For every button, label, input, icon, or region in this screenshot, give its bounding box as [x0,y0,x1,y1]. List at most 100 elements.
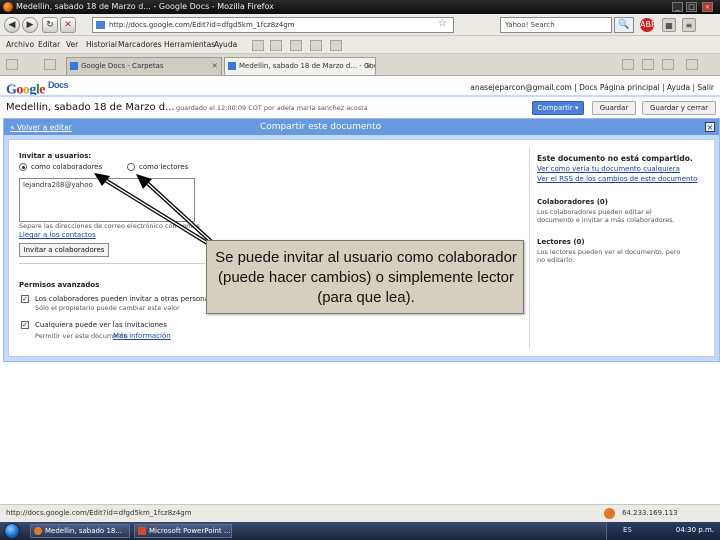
status-url: http://docs.google.com/Edit?id=dfgd5km_1… [6,509,192,517]
save-and-close-button[interactable]: Guardar y cerrar [642,101,716,115]
window-titlebar: Medellin, sabado 18 de Marzo d... - Goog… [0,0,720,14]
tab-label: Medellin, sabado 18 de Marzo d... - Goo.… [239,62,376,70]
start-button[interactable] [4,523,20,539]
maximize-button[interactable]: □ [686,2,697,12]
status-ip: 64.233.169.113 [622,509,678,517]
search-input[interactable]: Yahoo! Search [500,17,612,33]
readers-description: Los lectores pueden ver el documento, pe… [537,248,681,264]
menu-ver[interactable]: Ver [66,40,78,49]
readers-heading: Lectores (0) [537,238,585,246]
docs-header: Google Docs anasejeparcon@gmail.com | Do… [0,76,720,118]
tab-label: Google Docs - Carpetas [81,62,164,70]
addon-icon[interactable]: ▦ [662,18,676,32]
advanced-permissions-heading: Permisos avanzados [19,281,100,289]
menu-historial[interactable]: Historial [86,40,117,49]
share-panel-title: Compartir este documento [260,122,382,132]
clock[interactable]: 04:30 p.m. [676,526,714,534]
anyone-view-invitations-checkbox[interactable]: ✓ [21,321,29,329]
back-button[interactable]: ◀ [4,17,20,33]
user-links[interactable]: anasejeparcon@gmail.com | Docs Página pr… [470,83,714,92]
window-title: Medellin, sabado 18 de Marzo d... - Goog… [16,2,274,11]
menu-ayuda[interactable]: Ayuda [214,40,237,49]
tools-icon[interactable]: ≡ [682,18,696,32]
back-to-edit-link[interactable]: « Volver a editar [10,123,72,132]
radio-collaborators-label[interactable]: como colaboradores [31,163,102,171]
menu-bar: Archivo Editar Ver Historial Marcadores … [0,36,720,54]
extension-icon[interactable] [604,508,615,519]
edit-icon[interactable] [252,40,264,51]
docs-favicon-icon [70,62,78,70]
invite-collaborators-button[interactable]: Invitar a colaboradores [19,243,109,257]
tab-menu-icon[interactable] [44,59,56,70]
minimize-button[interactable]: _ [672,2,683,12]
owner-only-note: Sólo el propietario puede cambiar este v… [35,304,180,312]
collaborators-can-invite-checkbox[interactable]: ✓ [21,295,29,303]
list-all-tabs-icon[interactable] [6,59,18,70]
invite-emails-textarea[interactable]: lejandra2ll8@yahoo [19,178,195,222]
reload-icon[interactable]: ↻ [42,17,58,33]
radio-readers[interactable] [127,163,135,171]
rss-icon[interactable] [622,59,634,70]
close-window-button[interactable]: × [702,2,713,12]
callout-text: Se puede invitar al usuario como colabor… [215,249,517,306]
section-divider [19,263,205,264]
menu-herramientas[interactable]: Herramientas [164,40,215,49]
url-text: http://docs.google.com/Edit?id=dfgd5km_1… [109,21,295,29]
docs-favicon-icon [228,62,236,70]
firefox-task-icon [34,527,42,535]
logo-docs-text: Docs [48,80,69,90]
tab-close-icon[interactable]: × [211,58,218,74]
radio-collaborators[interactable] [19,163,27,171]
radio-readers-label[interactable]: como lectores [139,163,188,171]
page-icon[interactable] [330,40,342,51]
site-favicon-icon [96,21,105,29]
menu-editar[interactable]: Editar [38,40,60,49]
search-go-icon[interactable]: 🔍 [614,17,634,33]
print-page-icon[interactable] [662,59,674,70]
url-bar[interactable]: http://docs.google.com/Edit?id=dfgd5km_1… [92,17,454,33]
tab-close-icon[interactable]: × [365,58,372,74]
windows-taskbar: Medellin, sabado 18... Microsoft PowerPo… [0,522,720,540]
navigation-toolbar: ◀ ▶ ↻ ✕ http://docs.google.com/Edit?id=d… [0,14,720,36]
taskbar-powerpoint[interactable]: Microsoft PowerPoint ... [134,524,232,538]
task-label: Medellin, sabado 18... [45,527,123,535]
more-info-link[interactable]: Más información [113,332,171,340]
powerpoint-task-icon [138,527,146,535]
tab-bar: Google Docs - Carpetas × Medellin, sabad… [0,54,720,76]
rss-changes-link[interactable]: Ver el RSS de los cambios de este docume… [537,175,698,183]
stop-icon[interactable]: ✕ [60,17,76,33]
screen: Medellin, sabado 18 de Marzo d... - Goog… [0,0,720,540]
bookmark-star-icon[interactable]: ☆ [438,18,447,29]
abp-icon[interactable]: ABP [640,18,656,32]
tab-google-docs-carpetas[interactable]: Google Docs - Carpetas × [66,57,222,75]
home-icon[interactable] [642,59,654,70]
status-bar: http://docs.google.com/Edit?id=dfgd5km_1… [0,504,720,522]
tab-medellin-document[interactable]: Medellin, sabado 18 de Marzo d... - Goo.… [224,57,376,75]
forward-button[interactable]: ▶ [22,17,38,33]
anyone-view-invitations-label[interactable]: Cualquiera puede ver las invitaciones [35,321,167,329]
separate-emails-hint: Separe las direcciones de correo electró… [19,222,200,230]
header-divider [0,95,720,97]
collaborators-can-invite-label[interactable]: Los colaboradores pueden invitar a otras… [35,295,213,303]
share-panel-header: « Volver a editar Compartir este documen… [4,119,719,135]
overflow-icon[interactable] [686,59,698,70]
close-icon[interactable]: × [705,122,715,132]
menu-marcadores[interactable]: Marcadores [118,40,162,49]
share-button[interactable]: Compartir ▾ [532,101,584,115]
taskbar-firefox[interactable]: Medellin, sabado 18... [30,524,130,538]
system-tray: ES 04:30 p.m. [606,522,720,540]
task-label: Microsoft PowerPoint ... [149,527,231,535]
cut-icon[interactable] [270,40,282,51]
copy-icon[interactable] [290,40,302,51]
save-button[interactable]: Guardar [592,101,636,115]
explanation-callout: Se puede invitar al usuario como colabor… [206,240,524,314]
print-icon[interactable] [310,40,322,51]
collaborators-description: Los colaboradores pueden editar el docum… [537,208,675,224]
firefox-icon [3,2,13,12]
language-indicator[interactable]: ES [623,526,632,534]
use-contacts-link[interactable]: Llegar a los contactos [19,231,96,239]
document-title[interactable]: Medellin, sabado 18 de Marzo d... [6,102,175,113]
view-as-link[interactable]: Ver como vería tu documento cualquiera [537,165,680,173]
not-shared-heading: Este documento no está compartido. [537,154,693,163]
menu-archivo[interactable]: Archivo [6,40,34,49]
